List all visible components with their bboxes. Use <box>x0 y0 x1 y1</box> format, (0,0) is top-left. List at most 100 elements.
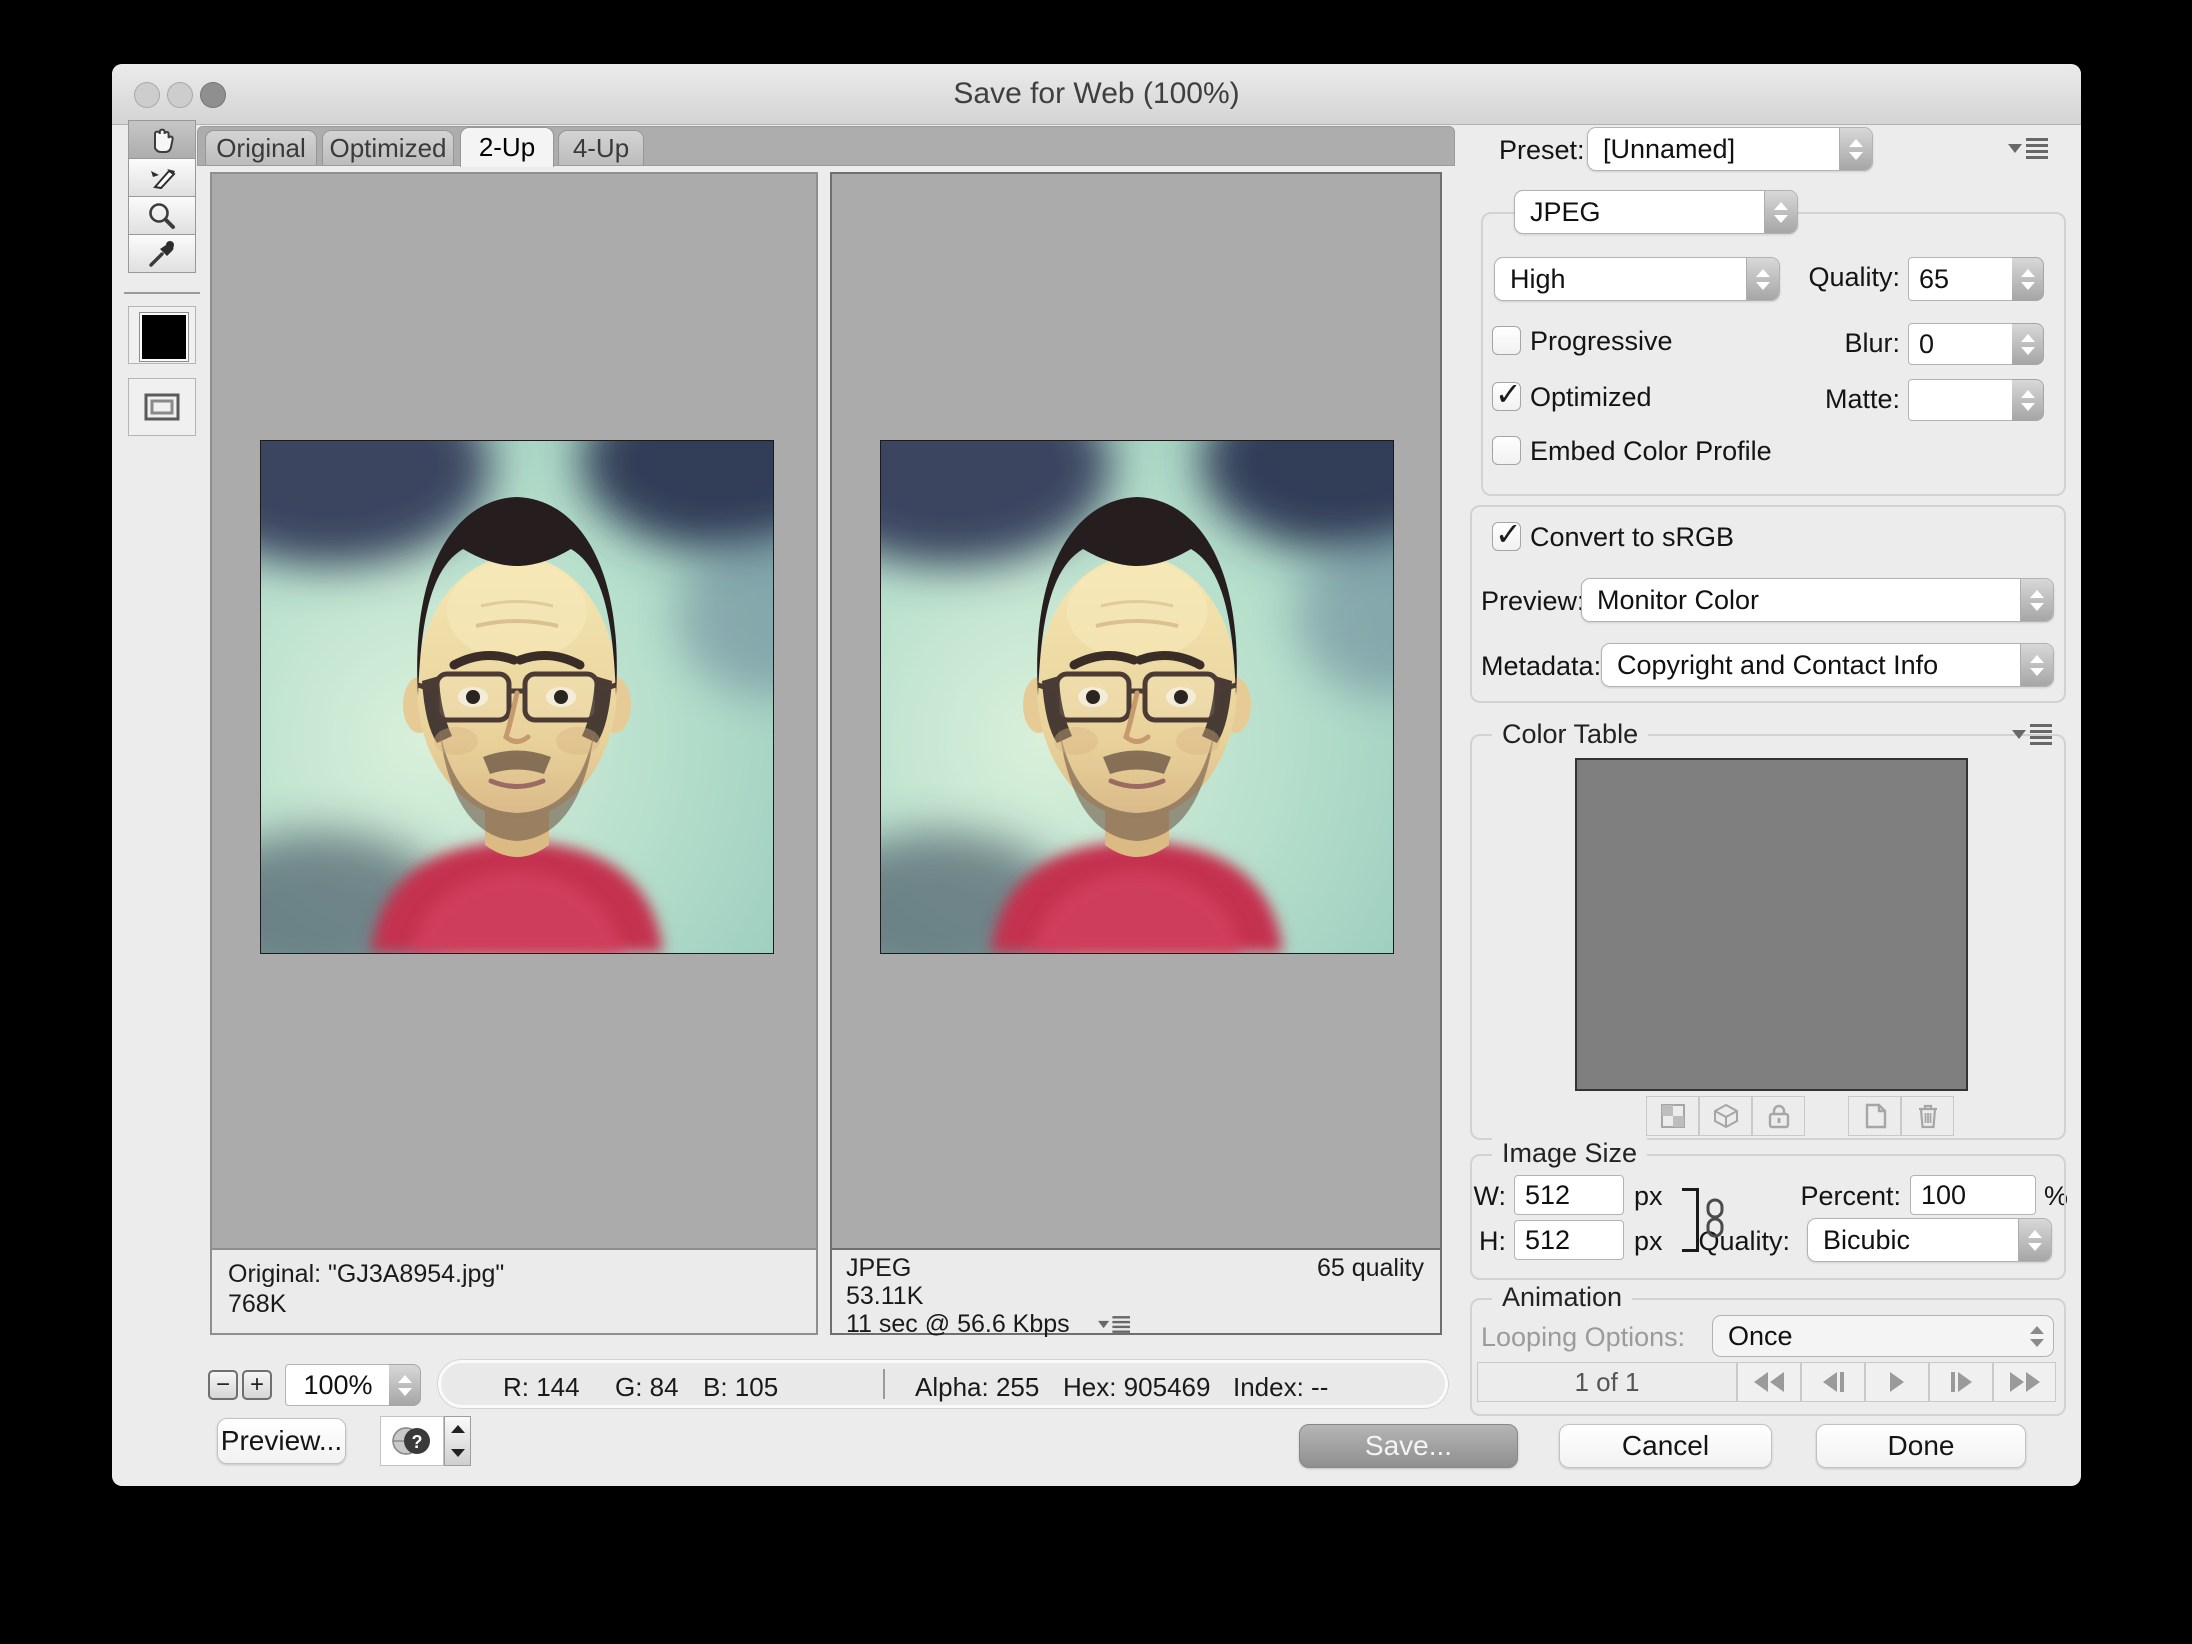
eyedropper-icon <box>145 237 179 271</box>
eyedropper-tool-button[interactable] <box>128 234 196 273</box>
preview-button[interactable]: Preview... <box>217 1418 346 1464</box>
current-color-black <box>140 313 188 361</box>
save-for-web-dialog: Save for Web (100%) <box>112 64 2081 1486</box>
transparency-checker-icon <box>1660 1103 1686 1129</box>
chevron-updown-icon <box>1746 258 1779 300</box>
browser-preview-button[interactable]: ? <box>380 1416 444 1466</box>
chain-link-icon[interactable] <box>1704 1198 1726 1238</box>
preset-menu-icon[interactable] <box>2008 138 2048 159</box>
done-button[interactable]: Done <box>1816 1424 2026 1468</box>
delete-color-button[interactable] <box>1901 1096 1954 1136</box>
looping-options-dropdown[interactable]: Once <box>1712 1315 2054 1357</box>
web-shift-button[interactable] <box>1699 1096 1752 1136</box>
green-readout: G: 84 <box>615 1372 679 1403</box>
image-size-label: Image Size <box>1492 1138 1647 1169</box>
format-dropdown[interactable]: JPEG <box>1514 190 1798 234</box>
percent-field[interactable] <box>1910 1175 2036 1215</box>
optimized-format: JPEG <box>846 1254 911 1283</box>
chevron-updown-icon <box>1764 191 1797 233</box>
optimized-quality-readout: 65 quality <box>1317 1254 1424 1283</box>
lock-color-button[interactable] <box>1752 1096 1805 1136</box>
browser-select-stepper[interactable] <box>444 1416 471 1466</box>
preset-dropdown[interactable]: [Unnamed] <box>1587 127 1873 171</box>
matte-stepper[interactable] <box>2012 379 2044 421</box>
blur-stepper[interactable] <box>2012 323 2044 365</box>
alpha-readout: Alpha: 255 <box>915 1372 1039 1403</box>
hand-icon <box>145 123 179 157</box>
optimized-image <box>880 440 1394 954</box>
resample-quality-dropdown[interactable]: Bicubic <box>1807 1218 2052 1262</box>
zoom-level-field[interactable] <box>285 1364 391 1406</box>
tab-2up[interactable]: 2-Up <box>460 127 554 167</box>
chevron-updown-icon <box>2021 1316 2053 1356</box>
slice-select-tool-button[interactable] <box>128 158 196 197</box>
frame-counter: 1 of 1 <box>1477 1362 1737 1402</box>
metadata-dropdown[interactable]: Copyright and Contact Info <box>1601 643 2054 687</box>
chevron-updown-icon <box>2020 579 2053 621</box>
first-frame-button[interactable] <box>1737 1362 1801 1402</box>
wh-link-bracket <box>1682 1188 1699 1252</box>
svg-text:?: ? <box>412 1432 423 1452</box>
animation-frame-bar: 1 of 1 <box>1477 1362 2056 1402</box>
chevron-updown-icon <box>2020 644 2053 686</box>
width-field[interactable] <box>1514 1175 1624 1215</box>
toggle-slices-visibility-button[interactable] <box>128 378 196 436</box>
compression-quality-dropdown[interactable]: High <box>1494 257 1780 301</box>
chevron-updown-icon <box>1839 128 1872 170</box>
matte-field[interactable] <box>1908 379 2014 421</box>
next-frame-button[interactable] <box>1929 1362 1993 1402</box>
original-info-strip: Original: "GJ3A8954.jpg" 768K <box>212 1248 816 1333</box>
tab-4up[interactable]: 4-Up <box>558 130 644 165</box>
eyedropper-color-swatch[interactable] <box>128 306 196 364</box>
index-readout: Index: -- <box>1233 1372 1328 1403</box>
new-swatch-icon <box>1863 1103 1887 1129</box>
title-bar[interactable]: Save for Web (100%) <box>112 64 2081 125</box>
magnifier-icon <box>145 199 179 233</box>
lock-icon <box>1767 1103 1791 1129</box>
last-frame-button[interactable] <box>1993 1362 2056 1402</box>
optimized-info-strip: JPEG 53.11K 11 sec @ 56.6 Kbps 65 qualit… <box>832 1248 1440 1333</box>
original-image <box>260 440 774 954</box>
original-filename: Original: "GJ3A8954.jpg" <box>228 1260 504 1289</box>
browser-globe-icon: ? <box>390 1422 434 1460</box>
zoom-out-button[interactable]: − <box>208 1370 238 1400</box>
map-transparency-button[interactable] <box>1646 1096 1699 1136</box>
quality-stepper[interactable] <box>2012 257 2044 301</box>
chevron-updown-icon <box>2018 1219 2051 1261</box>
height-field[interactable] <box>1514 1220 1624 1260</box>
zoom-tool-button[interactable] <box>128 196 196 235</box>
download-speed-menu-icon[interactable] <box>1098 1316 1130 1333</box>
cube-icon <box>1713 1103 1739 1129</box>
trash-icon <box>1916 1103 1940 1129</box>
readout-divider <box>883 1369 885 1399</box>
tab-original[interactable]: Original <box>205 130 317 165</box>
cancel-button[interactable]: Cancel <box>1559 1424 1772 1468</box>
new-color-button[interactable] <box>1848 1096 1901 1136</box>
optimized-download-time: 11 sec @ 56.6 Kbps <box>846 1310 1070 1339</box>
embed-color-profile-checkbox[interactable] <box>1492 436 1521 465</box>
play-button[interactable] <box>1865 1362 1929 1402</box>
hand-tool-button[interactable] <box>128 120 196 159</box>
previous-frame-button[interactable] <box>1801 1362 1865 1402</box>
zoom-in-button[interactable]: + <box>242 1370 272 1400</box>
zoom-level-stepper[interactable] <box>389 1364 421 1406</box>
slice-select-icon <box>145 161 179 195</box>
progressive-checkbox[interactable] <box>1492 326 1521 355</box>
blur-field[interactable] <box>1908 323 2014 365</box>
color-table-swatch-area[interactable] <box>1575 758 1968 1091</box>
red-readout: R: 144 <box>503 1372 580 1403</box>
hex-readout: Hex: 905469 <box>1063 1372 1210 1403</box>
color-table-label: Color Table <box>1492 719 1648 750</box>
optimized-filesize: 53.11K <box>846 1282 923 1311</box>
slice-visibility-icon <box>142 389 182 425</box>
convert-srgb-checkbox[interactable] <box>1492 522 1521 551</box>
window-title: Save for Web (100%) <box>112 77 2081 111</box>
original-filesize: 768K <box>228 1290 286 1319</box>
color-table-menu-icon[interactable] <box>2012 724 2052 745</box>
tab-optimized[interactable]: Optimized <box>322 130 454 165</box>
quality-field[interactable] <box>1908 257 2014 301</box>
optimized-checkbox[interactable] <box>1492 382 1521 411</box>
save-button[interactable]: Save... <box>1299 1424 1518 1468</box>
preview-dropdown[interactable]: Monitor Color <box>1581 578 2054 622</box>
color-readout-bar: R: 144 G: 84 B: 105 Alpha: 255 Hex: 9054… <box>438 1360 1448 1408</box>
